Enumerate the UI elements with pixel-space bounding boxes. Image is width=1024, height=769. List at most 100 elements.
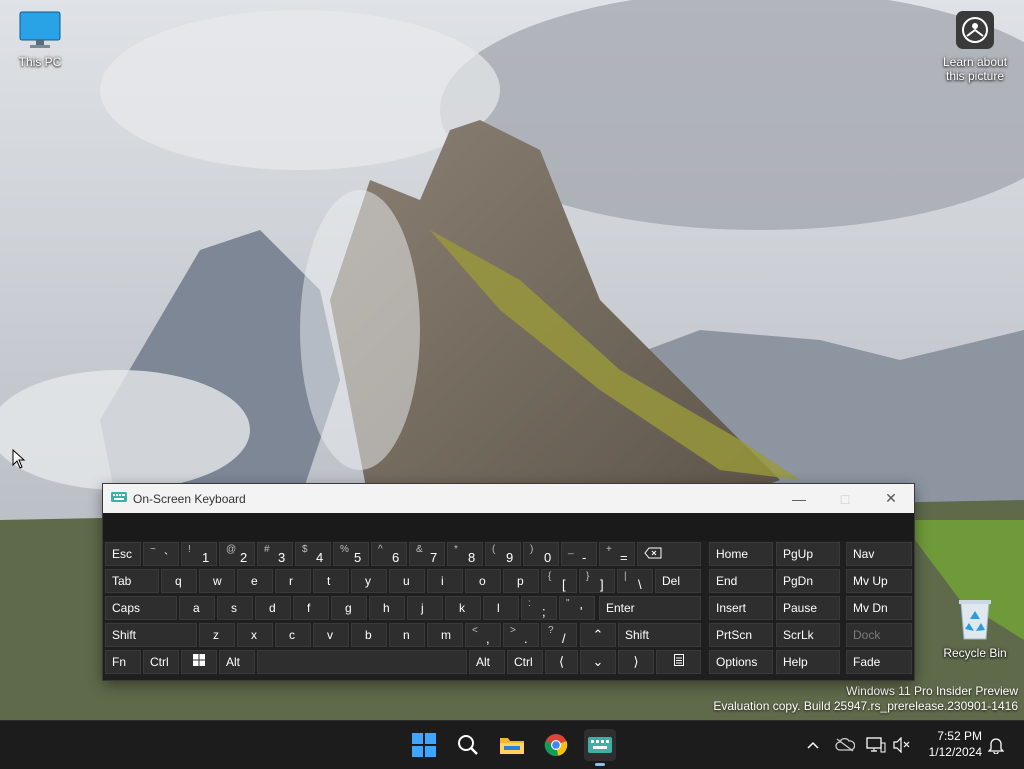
osk-title-bar[interactable]: On-Screen Keyboard — □ ✕: [103, 484, 914, 513]
on-screen-keyboard-window[interactable]: On-Screen Keyboard — □ ✕ Esc ~ `! 1 @2 #3 $4%…: [103, 484, 914, 680]
key-c[interactable]: c: [275, 623, 311, 647]
key-esc[interactable]: Esc: [105, 542, 141, 566]
key-char[interactable]: " ': [559, 596, 595, 620]
key-pause[interactable]: Pause: [776, 596, 840, 620]
desktop-icon-learn-picture[interactable]: Learn about this picture: [935, 10, 1015, 83]
key-h[interactable]: h: [369, 596, 405, 620]
key-char[interactable]: <,: [465, 623, 501, 647]
key-e[interactable]: e: [237, 569, 273, 593]
key-i[interactable]: i: [427, 569, 463, 593]
volume-tray-button[interactable]: [892, 735, 912, 755]
onedrive-tray-button[interactable]: [835, 735, 855, 755]
key-n[interactable]: n: [389, 623, 425, 647]
search-button[interactable]: [452, 729, 484, 761]
key-char[interactable]: ! 1: [181, 542, 217, 566]
key-char[interactable]: ? /: [541, 623, 577, 647]
key-char[interactable]: }]: [579, 569, 615, 593]
key-pgdn[interactable]: PgDn: [776, 569, 840, 593]
key-ctrl-right[interactable]: Ctrl: [507, 650, 543, 674]
key-char[interactable]: {[: [541, 569, 577, 593]
key-a[interactable]: a: [179, 596, 215, 620]
key-u[interactable]: u: [389, 569, 425, 593]
key-p[interactable]: p: [503, 569, 539, 593]
key-space[interactable]: [257, 650, 467, 674]
key-char[interactable]: (9: [485, 542, 521, 566]
key-nav[interactable]: Nav: [846, 542, 912, 566]
key-insert[interactable]: Insert: [709, 596, 773, 620]
key-m[interactable]: m: [427, 623, 463, 647]
key-char[interactable]: ^ 6: [371, 542, 407, 566]
key-j[interactable]: j: [407, 596, 443, 620]
key-char[interactable]: >.: [503, 623, 539, 647]
key-help[interactable]: Help: [776, 650, 840, 674]
desktop-icon-this-pc[interactable]: This PC: [0, 10, 80, 69]
key-options[interactable]: Options: [709, 650, 773, 674]
key-char[interactable]: :;: [521, 596, 557, 620]
key-arrow-right[interactable]: ⟩: [618, 650, 654, 674]
key-t[interactable]: t: [313, 569, 349, 593]
key-backspace[interactable]: [637, 542, 701, 566]
key-f[interactable]: f: [293, 596, 329, 620]
key-char[interactable]: | \: [617, 569, 653, 593]
key-char[interactable]: & 7: [409, 542, 445, 566]
key-pgup[interactable]: PgUp: [776, 542, 840, 566]
key-char[interactable]: @2: [219, 542, 255, 566]
key-ctrl-left[interactable]: Ctrl: [143, 650, 179, 674]
key-shift-right[interactable]: Shift: [618, 623, 701, 647]
key-o[interactable]: o: [465, 569, 501, 593]
key-arrow-left[interactable]: ⟨: [545, 650, 578, 674]
key-enter[interactable]: Enter: [599, 596, 701, 620]
file-explorer-button[interactable]: [496, 729, 528, 761]
key-g[interactable]: g: [331, 596, 367, 620]
key-prtscn[interactable]: PrtScn: [709, 623, 773, 647]
key-b[interactable]: b: [351, 623, 387, 647]
key-alt-left[interactable]: Alt: [219, 650, 255, 674]
network-tray-button[interactable]: [866, 735, 886, 755]
key-menu[interactable]: [656, 650, 701, 674]
key-scrlk[interactable]: ScrLk: [776, 623, 840, 647]
key-del[interactable]: Del: [655, 569, 701, 593]
key-w[interactable]: w: [199, 569, 235, 593]
key-windows[interactable]: [181, 650, 217, 674]
key-char[interactable]: % 5: [333, 542, 369, 566]
close-button[interactable]: ✕: [868, 484, 914, 513]
chrome-button[interactable]: [540, 729, 572, 761]
key-z[interactable]: z: [199, 623, 235, 647]
key-char[interactable]: ~ `: [143, 542, 179, 566]
key-shift-left[interactable]: Shift: [105, 623, 197, 647]
key-v[interactable]: v: [313, 623, 349, 647]
clock[interactable]: 7:52 PM 1/12/2024: [929, 728, 982, 760]
key-d[interactable]: d: [255, 596, 291, 620]
key-caps[interactable]: Caps: [105, 596, 177, 620]
key-q[interactable]: q: [161, 569, 197, 593]
minimize-button[interactable]: —: [776, 484, 822, 513]
key-mv-up[interactable]: Mv Up: [846, 569, 912, 593]
key-fn[interactable]: Fn: [105, 650, 141, 674]
key-alt-right[interactable]: Alt: [469, 650, 505, 674]
key-k[interactable]: k: [445, 596, 481, 620]
osk-taskbar-button[interactable]: [584, 729, 616, 766]
key-mv-dn[interactable]: Mv Dn: [846, 596, 912, 620]
key-char[interactable]: #3: [257, 542, 293, 566]
desktop-icon-recycle-bin[interactable]: Recycle Bin: [935, 597, 1015, 660]
key-char[interactable]: $4: [295, 542, 331, 566]
key-char[interactable]: _ -: [561, 542, 597, 566]
desktop-icon-label: This PC: [18, 55, 62, 69]
key-char[interactable]: * 8: [447, 542, 483, 566]
key-char[interactable]: ) 0: [523, 542, 559, 566]
show-hidden-icons-button[interactable]: [803, 735, 823, 755]
start-button[interactable]: [408, 729, 440, 761]
key-y[interactable]: y: [351, 569, 387, 593]
key-x[interactable]: x: [237, 623, 273, 647]
key-arrow-up[interactable]: ⌃: [580, 623, 616, 647]
key-char[interactable]: + =: [599, 542, 635, 566]
notifications-button[interactable]: [986, 735, 1006, 755]
key-tab[interactable]: Tab: [105, 569, 159, 593]
key-home[interactable]: Home: [709, 542, 773, 566]
key-r[interactable]: r: [275, 569, 311, 593]
key-arrow-down[interactable]: ⌄: [580, 650, 616, 674]
key-s[interactable]: s: [217, 596, 253, 620]
key-fade[interactable]: Fade: [846, 650, 912, 674]
key-l[interactable]: l: [483, 596, 519, 620]
key-end[interactable]: End: [709, 569, 773, 593]
